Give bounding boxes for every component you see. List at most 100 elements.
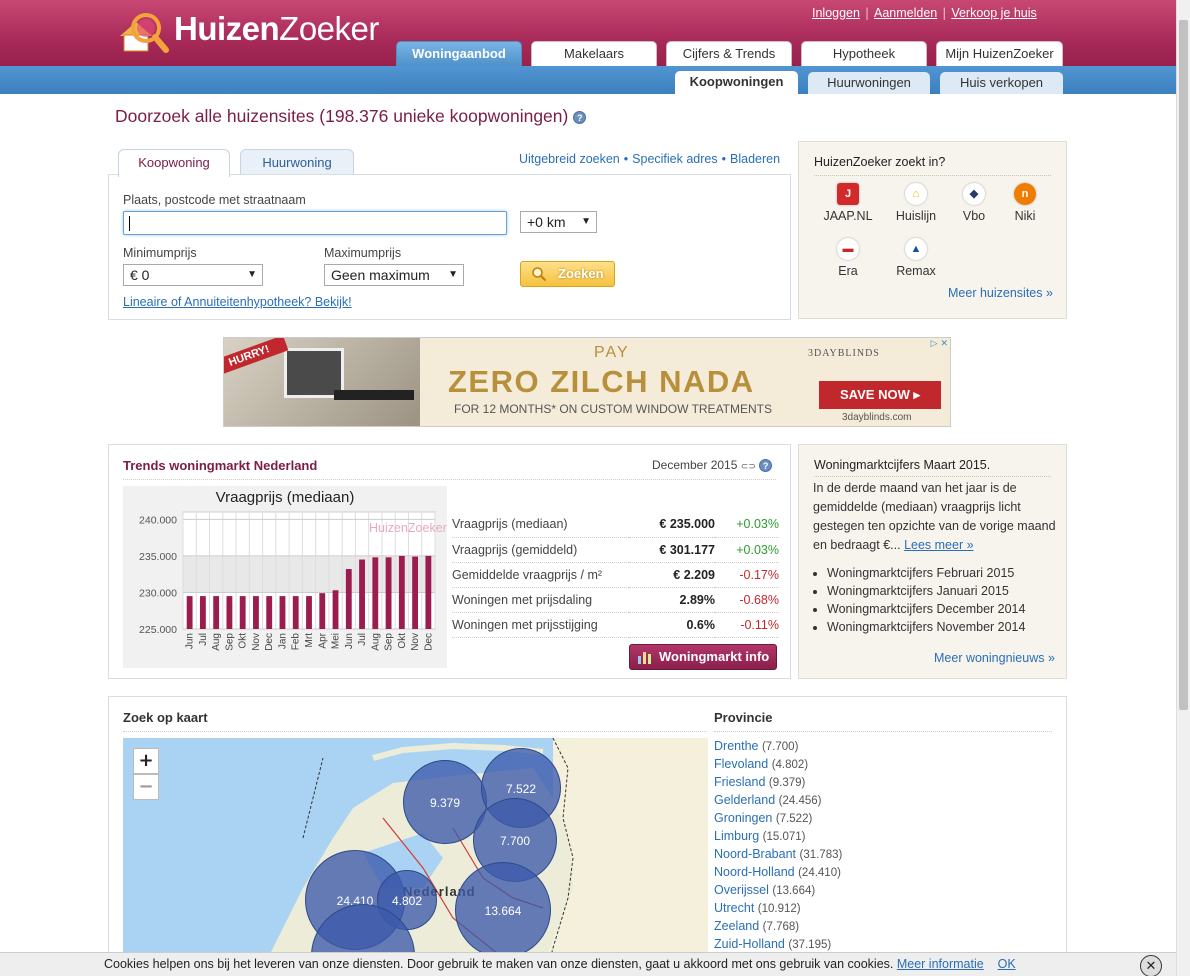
province-list: Drenthe (7.700) Flevoland (4.802) Frieslan… [714, 739, 842, 955]
news-item[interactable]: Woningmarktcijfers November 2014 [827, 620, 1025, 634]
province-link[interactable]: Drenthe [714, 739, 758, 753]
close-icon[interactable]: ✕ [1140, 955, 1162, 976]
chart-bar [292, 596, 299, 629]
chart-bar [226, 596, 233, 629]
province-link[interactable]: Groningen [714, 811, 772, 825]
tab-woningaanbod[interactable]: Woningaanbod [396, 41, 522, 68]
x-tick-label: Sep [224, 633, 235, 651]
y-tick-label: 230.000 [139, 587, 177, 599]
news-item[interactable]: Woningmarktcijfers December 2014 [827, 602, 1025, 616]
tab-mijn-huizenzoeker[interactable]: Mijn HuizenZoeker [936, 41, 1063, 66]
sell-house-link[interactable]: Verkoop je huis [951, 6, 1036, 20]
site-jaap[interactable]: J JAAP.NL [818, 183, 878, 223]
subtab-huis-verkopen[interactable]: Huis verkopen [940, 72, 1063, 94]
province-link[interactable]: Limburg [714, 829, 759, 843]
read-more-link[interactable]: Lees meer » [904, 538, 973, 552]
news-list: Woningmarktcijfers Februari 2015 Woningm… [827, 566, 1025, 638]
zoom-in-button[interactable]: + [133, 748, 159, 774]
province-item: Limburg (15.071) [714, 829, 842, 847]
logo[interactable]: HuizenZoeker [114, 6, 394, 54]
news-item[interactable]: Woningmarktcijfers Februari 2015 [827, 566, 1014, 580]
subtab-huurwoningen[interactable]: Huurwoningen [808, 72, 930, 94]
price-chart: Vraagprijs (mediaan) 225.000 230.000 235.0… [123, 486, 447, 668]
min-price-select[interactable]: € 0 ▼ [123, 264, 263, 286]
province-link[interactable]: Zeeland [714, 919, 759, 933]
tab-cijfers-trends[interactable]: Cijfers & Trends [666, 41, 792, 66]
tab-hypotheek[interactable]: Hypotheek [801, 41, 927, 66]
ad-save-now-button[interactable]: SAVE NOW ▸ [819, 381, 941, 409]
advanced-search-link[interactable]: Uitgebreid zoeken [519, 152, 620, 166]
ad-pay-text: PAY [594, 344, 630, 361]
cookie-ok-button[interactable]: OK [998, 957, 1016, 971]
divider [814, 175, 1051, 176]
province-link[interactable]: Noord-Brabant [714, 847, 796, 861]
site-era[interactable]: ▬ Era [818, 238, 878, 278]
scrollbar-thumb[interactable] [1179, 20, 1188, 710]
province-link[interactable]: Flevoland [714, 757, 768, 771]
place-input[interactable] [123, 211, 507, 235]
login-link[interactable]: Inloggen [812, 6, 860, 20]
province-count: (24.456) [778, 795, 822, 807]
tab-makelaars[interactable]: Makelaars [531, 41, 657, 66]
province-count: (4.802) [771, 759, 809, 771]
sites-box: HuizenZoeker zoekt in? J JAAP.NL ⌂ Huislij… [798, 141, 1067, 319]
market-info-button[interactable]: Woningmarkt info [629, 644, 777, 670]
stat-value: € 235.000 [629, 512, 715, 538]
site-huislijn[interactable]: ⌂ Huislijn [886, 183, 946, 223]
top-links: Inloggen | Aanmelden | Verkoop je huis [812, 6, 1037, 20]
province-count: (24.410) [798, 867, 841, 879]
x-tick-label: Apr [317, 632, 328, 648]
more-info-link[interactable]: Meer informatie [897, 957, 984, 971]
tab-huurwoning[interactable]: Huurwoning [240, 149, 354, 176]
search-links: Uitgebreid zoeken • Specifiek adres • Blader… [519, 152, 781, 166]
specific-address-link[interactable]: Specifiek adres [632, 152, 717, 166]
province-link[interactable]: Friesland [714, 775, 765, 789]
x-tick-label: Okt [238, 633, 249, 649]
site-remax[interactable]: ▲ Remax [886, 238, 946, 278]
register-link[interactable]: Aanmelden [874, 6, 937, 20]
help-icon[interactable]: ? [573, 110, 587, 124]
logo-text: HuizenZoeker [174, 10, 379, 47]
province-title: Provincie [714, 710, 773, 725]
advertisement-banner[interactable]: HURRY! PAY ZERO ZILCH NADA FOR 12 MONTHS… [223, 337, 951, 427]
chart-bar [213, 596, 220, 629]
province-item: Zeeland (7.768) [714, 919, 842, 937]
chart-bar [372, 557, 379, 629]
mortgage-link[interactable]: Lineaire of Annuiteitenhypotheek? Bekijk… [123, 295, 352, 309]
province-link[interactable]: Overijssel [714, 883, 769, 897]
vertical-scrollbar[interactable] [1176, 0, 1190, 976]
x-tick-label: Dec [423, 633, 434, 651]
x-tick-label: Sep [384, 633, 395, 651]
province-link[interactable]: Gelderland [714, 793, 775, 807]
help-icon[interactable]: ? [759, 459, 773, 473]
stats-row: Gemiddelde vraagprijs / m² € 2.209 -0.17% [452, 562, 779, 588]
netherlands-map[interactable]: + − Nederland 9.379 7.522 7.700 24.410 4.802… [123, 738, 708, 976]
province-item: Drenthe (7.700) [714, 739, 842, 757]
province-link[interactable]: Zuid-Holland [714, 937, 785, 951]
radius-select[interactable]: +0 km ▼ [520, 211, 597, 233]
province-link[interactable]: Noord-Holland [714, 865, 795, 879]
site-niki[interactable]: n Niki [995, 183, 1055, 223]
stat-label: Woningen met prijsstijging [452, 612, 629, 638]
province-item: Gelderland (24.456) [714, 793, 842, 811]
stat-value: € 301.177 [629, 537, 715, 563]
chart-bar [266, 596, 273, 629]
max-price-select[interactable]: Geen maximum ▼ [324, 264, 464, 286]
subtab-koopwoningen[interactable]: Koopwoningen [675, 71, 798, 94]
more-news-link[interactable]: Meer woningnieuws » [934, 651, 1055, 665]
zoom-out-button[interactable]: − [133, 774, 159, 800]
browse-link[interactable]: Bladeren [730, 152, 780, 166]
stats-row: Woningen met prijsstijging 0.6% -0.11% [452, 612, 779, 638]
link-icon[interactable]: ⊂⊃ [741, 461, 756, 471]
map-cluster-marker[interactable]: 13.664 [455, 862, 551, 958]
province-link[interactable]: Utrecht [714, 901, 754, 915]
news-item[interactable]: Woningmarktcijfers Januari 2015 [827, 584, 1009, 598]
province-item: Noord-Holland (24.410) [714, 865, 842, 883]
jaap-icon: J [837, 183, 859, 205]
stat-change: +0.03% [715, 512, 779, 538]
search-button[interactable]: Zoeken [520, 261, 615, 287]
more-sites-link[interactable]: Meer huizensites » [948, 286, 1053, 300]
adchoices-icon[interactable]: ▷ ✕ [931, 339, 948, 349]
x-tick-label: Mrt [304, 633, 315, 648]
tab-koopwoning[interactable]: Koopwoning [118, 149, 230, 177]
